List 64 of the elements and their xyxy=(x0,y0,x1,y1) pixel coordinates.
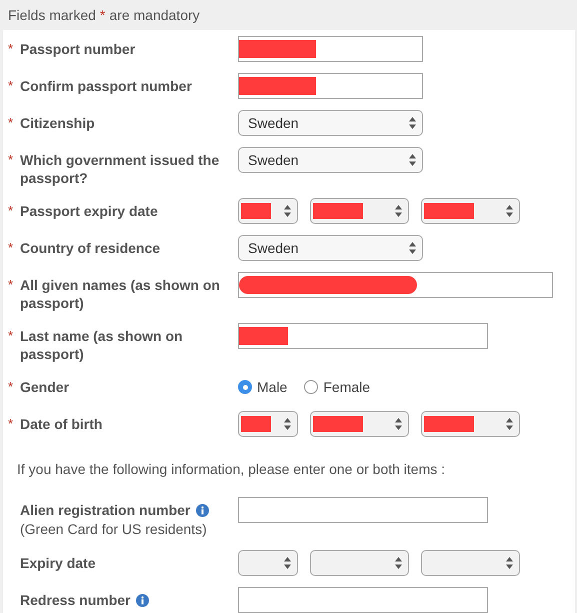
required-mark: * xyxy=(8,327,14,345)
select-field[interactable]: Sweden xyxy=(238,147,423,173)
field-label: Date of birth xyxy=(20,415,102,433)
select-field[interactable]: Sweden xyxy=(238,235,423,261)
select-field[interactable] xyxy=(310,550,409,576)
updown-arrow-icon xyxy=(409,154,416,166)
updown-arrow-icon xyxy=(409,242,416,254)
input-field[interactable] xyxy=(238,323,488,349)
required-mark: * xyxy=(8,202,14,220)
field-label: Country of residence xyxy=(20,239,160,257)
updown-arrow-icon xyxy=(284,557,291,569)
select-field[interactable] xyxy=(421,198,520,224)
input-field[interactable] xyxy=(238,272,553,298)
required-mark: * xyxy=(8,239,14,257)
radio-option[interactable]: Female xyxy=(304,376,370,398)
input-field[interactable] xyxy=(238,497,488,523)
required-mark: * xyxy=(8,77,14,95)
field-label: Gender xyxy=(20,378,70,396)
info-icon[interactable] xyxy=(136,594,150,606)
required-mark: * xyxy=(8,276,14,294)
radio-option[interactable]: Male xyxy=(238,376,288,398)
field-label: Confirm passport number xyxy=(20,77,192,95)
updown-arrow-icon xyxy=(506,418,513,430)
required-mark: * xyxy=(8,114,14,132)
field-label: Last name (as shown on passport) xyxy=(20,327,184,363)
radio-button[interactable] xyxy=(238,380,252,394)
required-mark: * xyxy=(8,151,14,169)
updown-arrow-icon xyxy=(506,557,513,569)
select-field[interactable] xyxy=(238,550,298,576)
required-mark: * xyxy=(8,40,14,58)
updown-arrow-icon xyxy=(506,205,513,217)
field-note: (Green Card for US residents) xyxy=(20,520,208,539)
input-field[interactable] xyxy=(238,587,488,613)
updown-arrow-icon xyxy=(284,205,291,217)
field-label: Expiry date xyxy=(20,554,96,572)
updown-arrow-icon xyxy=(284,418,291,430)
updown-arrow-icon xyxy=(395,557,402,569)
field-label: All given names (as shown on passport) xyxy=(20,276,221,312)
updown-arrow-icon xyxy=(395,418,402,430)
field-label: Alien registration number xyxy=(20,501,190,519)
updown-arrow-icon xyxy=(395,205,402,217)
field-label: Which government issued the passport? xyxy=(20,151,220,187)
select-field[interactable] xyxy=(421,411,520,437)
field-label: Citizenship xyxy=(20,114,95,132)
input-field[interactable] xyxy=(238,36,423,62)
field-label: Passport number xyxy=(20,40,136,58)
select-field[interactable] xyxy=(310,198,409,224)
required-mark: * xyxy=(8,415,14,433)
radio-button[interactable] xyxy=(304,380,318,394)
intro-text: If you have the following information, please enter one or both items : xyxy=(16,460,446,479)
select-field[interactable] xyxy=(310,411,409,437)
select-field[interactable]: Sweden xyxy=(238,110,423,136)
info-icon[interactable] xyxy=(196,504,210,516)
field-label: Redress number xyxy=(20,591,130,609)
select-field[interactable] xyxy=(238,198,298,224)
required-mark: * xyxy=(100,6,106,24)
required-mark: * xyxy=(8,378,14,396)
select-field[interactable] xyxy=(238,411,298,437)
notice-text: are mandatory xyxy=(109,6,200,25)
select-field[interactable] xyxy=(421,550,520,576)
notice-text: Fields marked xyxy=(8,6,96,24)
input-field[interactable] xyxy=(238,73,423,99)
updown-arrow-icon xyxy=(409,117,416,129)
field-label: Passport expiry date xyxy=(20,202,158,220)
